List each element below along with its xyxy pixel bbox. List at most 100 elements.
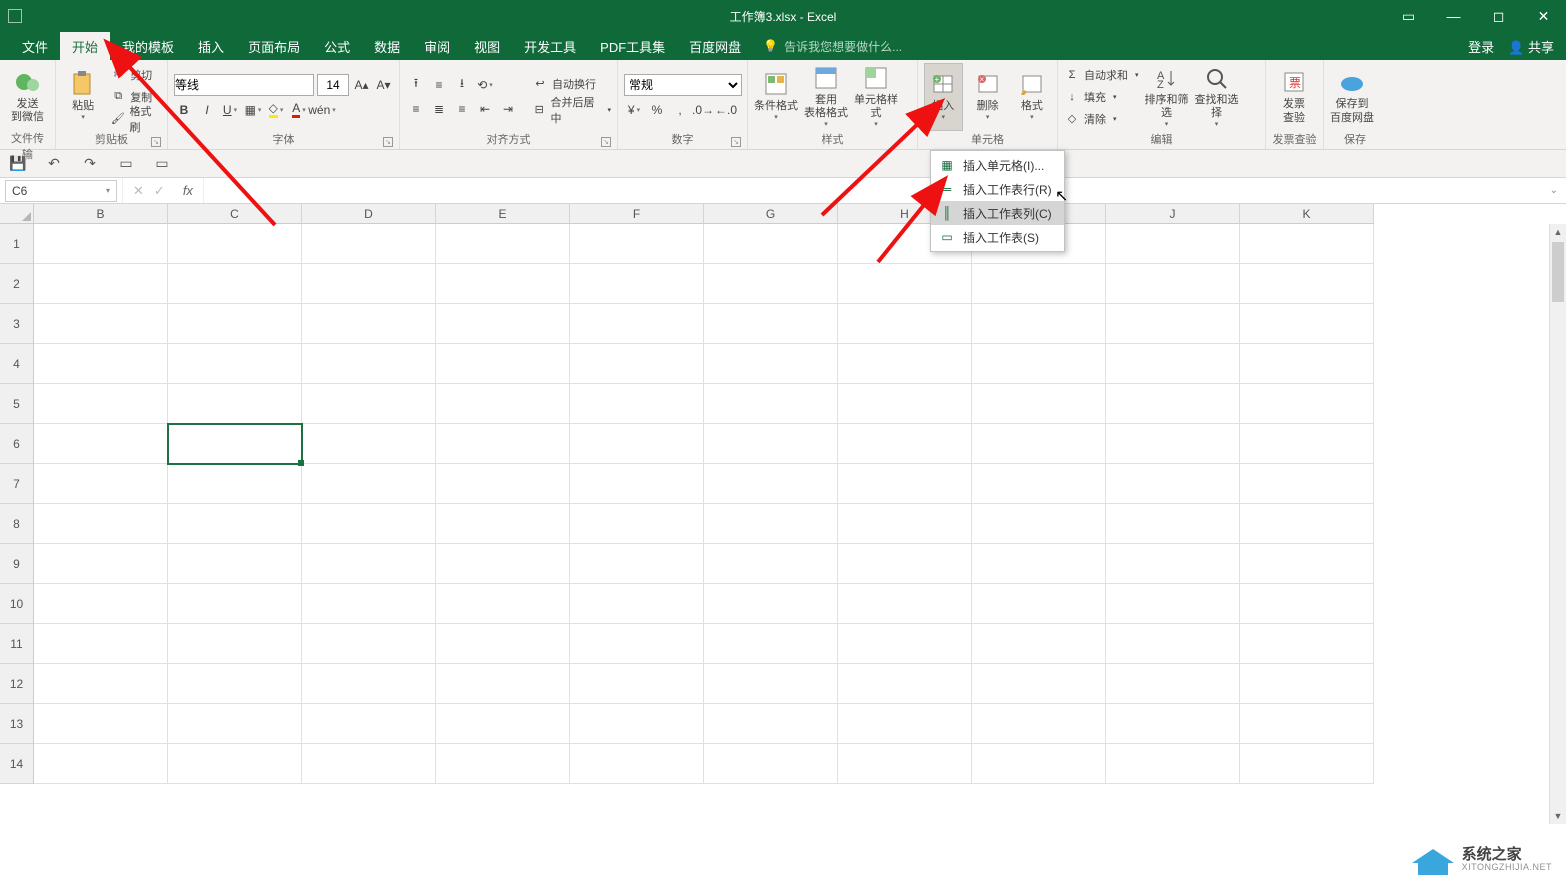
cell[interactable] xyxy=(168,544,302,584)
cell[interactable] xyxy=(436,384,570,424)
clear-button[interactable]: ◇清除▾ xyxy=(1064,108,1139,130)
orientation-icon[interactable]: ⟲ xyxy=(475,75,495,95)
cell[interactable] xyxy=(1106,304,1240,344)
cell[interactable] xyxy=(436,224,570,264)
font-name-combo[interactable] xyxy=(174,74,314,96)
cell[interactable] xyxy=(1106,424,1240,464)
find-select-button[interactable]: 查找和选择▾ xyxy=(1195,63,1239,131)
percent-icon[interactable]: % xyxy=(647,100,667,120)
tab-baidu-netdisk[interactable]: 百度网盘 xyxy=(677,32,753,60)
row-header[interactable]: 12 xyxy=(0,664,34,704)
cell[interactable] xyxy=(838,304,972,344)
cell[interactable] xyxy=(34,704,168,744)
cell[interactable] xyxy=(1106,664,1240,704)
cell[interactable] xyxy=(168,464,302,504)
cell[interactable] xyxy=(704,304,838,344)
cell[interactable] xyxy=(34,344,168,384)
insert-rows-menu-item[interactable]: ═插入工作表行(R) xyxy=(931,177,1064,201)
cell[interactable] xyxy=(168,224,302,264)
cell[interactable] xyxy=(570,424,704,464)
cell[interactable] xyxy=(302,304,436,344)
cell[interactable] xyxy=(972,744,1106,784)
cell[interactable] xyxy=(570,584,704,624)
ribbon-options-icon[interactable]: ▭ xyxy=(1386,0,1431,32)
cell[interactable] xyxy=(1240,424,1374,464)
italic-button[interactable]: I xyxy=(197,100,217,120)
row-header[interactable]: 1 xyxy=(0,224,34,264)
column-header[interactable]: B xyxy=(34,204,168,224)
login-link[interactable]: 登录 xyxy=(1468,37,1494,56)
cell[interactable] xyxy=(1106,544,1240,584)
insert-sheet-menu-item[interactable]: ▭插入工作表(S) xyxy=(931,225,1064,249)
cell[interactable] xyxy=(570,544,704,584)
cell[interactable] xyxy=(1106,704,1240,744)
cell[interactable] xyxy=(838,704,972,744)
cell[interactable] xyxy=(972,544,1106,584)
formula-input[interactable] xyxy=(204,178,1542,203)
cell[interactable] xyxy=(34,304,168,344)
align-center-icon[interactable]: ≣ xyxy=(429,99,449,119)
cell[interactable] xyxy=(168,504,302,544)
autosum-button[interactable]: Σ自动求和▾ xyxy=(1064,64,1139,86)
cell[interactable] xyxy=(704,224,838,264)
cell[interactable] xyxy=(570,224,704,264)
cell[interactable] xyxy=(168,304,302,344)
cell[interactable] xyxy=(838,624,972,664)
cell[interactable] xyxy=(436,624,570,664)
cell[interactable] xyxy=(168,664,302,704)
conditional-format-button[interactable]: 条件格式▾ xyxy=(754,63,798,131)
tab-formulas[interactable]: 公式 xyxy=(312,32,362,60)
cell[interactable] xyxy=(302,464,436,504)
decrease-decimal-icon[interactable]: ←.0 xyxy=(716,100,736,120)
font-size-combo[interactable] xyxy=(317,74,349,96)
cell[interactable] xyxy=(1106,584,1240,624)
indent-decrease-icon[interactable]: ⇤ xyxy=(475,99,495,119)
cell[interactable] xyxy=(838,464,972,504)
fx-icon[interactable]: fx xyxy=(175,183,193,198)
cell[interactable] xyxy=(972,344,1106,384)
format-as-table-button[interactable]: 套用 表格格式▾ xyxy=(804,63,848,131)
cell[interactable] xyxy=(1106,624,1240,664)
cell[interactable] xyxy=(570,264,704,304)
cell[interactable] xyxy=(34,424,168,464)
cell[interactable] xyxy=(972,264,1106,304)
row-header[interactable]: 10 xyxy=(0,584,34,624)
currency-icon[interactable]: ¥ xyxy=(624,100,644,120)
cell[interactable] xyxy=(704,384,838,424)
tab-pdf-tools[interactable]: PDF工具集 xyxy=(588,32,677,60)
cell[interactable] xyxy=(838,664,972,704)
cell[interactable] xyxy=(302,744,436,784)
cell[interactable] xyxy=(168,624,302,664)
fill-button[interactable]: ↓填充▾ xyxy=(1064,86,1139,108)
cell[interactable] xyxy=(838,544,972,584)
delete-cells-button[interactable]: ×删除▾ xyxy=(969,63,1007,131)
tab-review[interactable]: 审阅 xyxy=(412,32,462,60)
number-dialog-launcher[interactable]: ↘ xyxy=(731,137,741,147)
cell[interactable] xyxy=(302,264,436,304)
cell[interactable] xyxy=(570,504,704,544)
cell[interactable] xyxy=(302,584,436,624)
cell[interactable] xyxy=(1106,464,1240,504)
tell-me[interactable]: 💡 告诉我您想要做什么... xyxy=(753,32,902,60)
cell[interactable] xyxy=(1240,624,1374,664)
tab-home[interactable]: 开始 xyxy=(60,32,110,60)
name-box[interactable]: C6▾ xyxy=(5,180,117,202)
decrease-font-icon[interactable]: A▾ xyxy=(374,75,393,95)
cell[interactable] xyxy=(436,744,570,784)
indent-increase-icon[interactable]: ⇥ xyxy=(498,99,518,119)
wrap-text-button[interactable]: ↩自动换行 xyxy=(532,73,611,95)
scroll-up-icon[interactable]: ▲ xyxy=(1550,224,1566,240)
cell[interactable] xyxy=(34,504,168,544)
cell[interactable] xyxy=(1240,384,1374,424)
cell[interactable] xyxy=(570,704,704,744)
vertical-scrollbar[interactable]: ▲ ▼ xyxy=(1549,224,1566,824)
cell[interactable] xyxy=(838,264,972,304)
cell[interactable] xyxy=(704,664,838,704)
cell[interactable] xyxy=(302,384,436,424)
cell[interactable] xyxy=(302,504,436,544)
cell[interactable] xyxy=(1240,664,1374,704)
border-button[interactable]: ▦ xyxy=(243,100,263,120)
cell[interactable] xyxy=(436,544,570,584)
cell[interactable] xyxy=(838,344,972,384)
format-painter-button[interactable]: 🖌格式刷 xyxy=(110,108,161,130)
